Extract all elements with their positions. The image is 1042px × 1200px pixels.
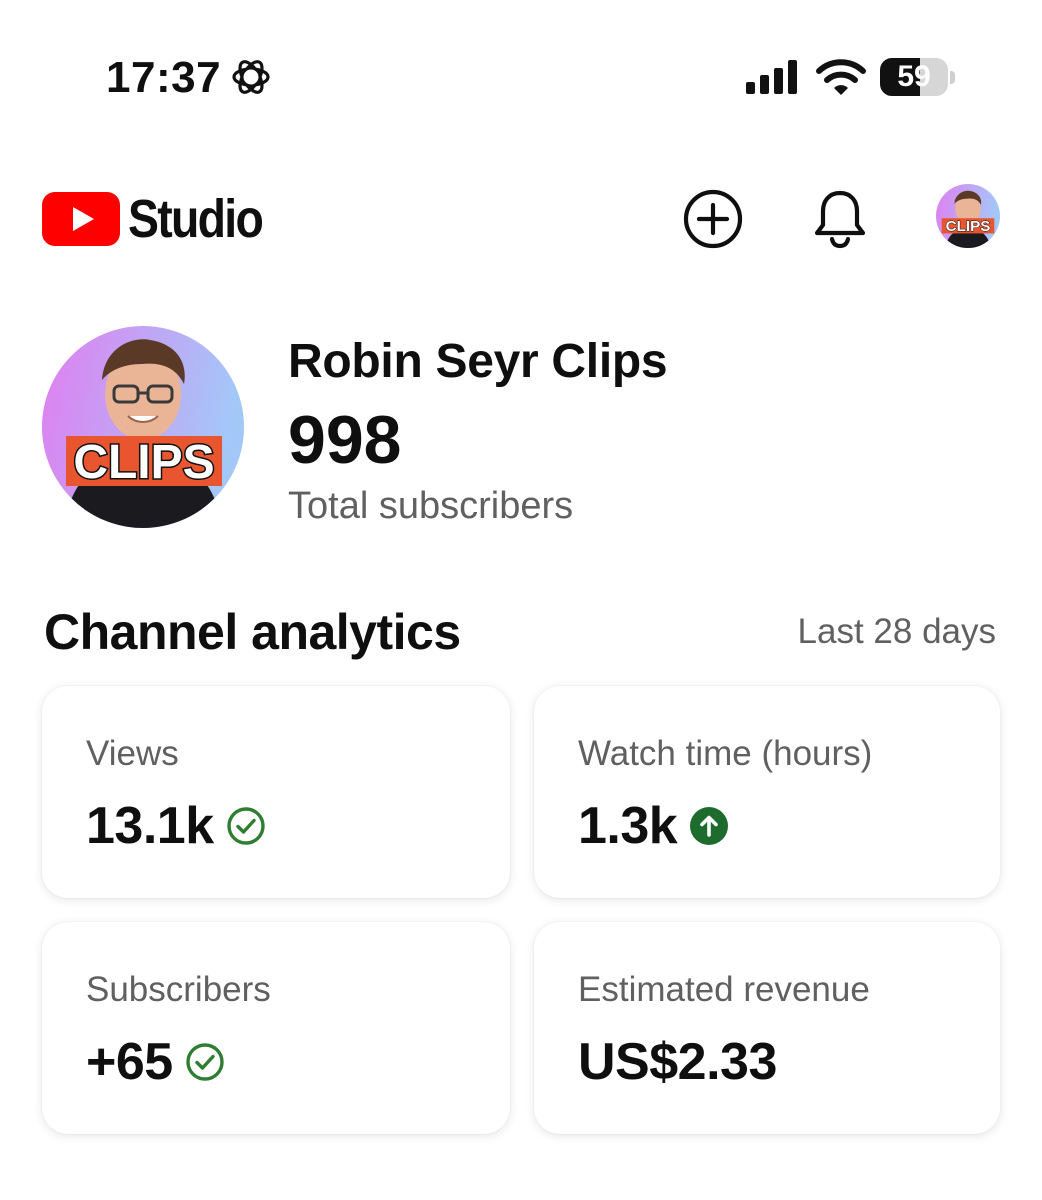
metric-label: Subscribers bbox=[86, 970, 271, 1009]
subscriber-caption: Total subscribers bbox=[288, 485, 574, 527]
notifications-button[interactable] bbox=[805, 184, 875, 254]
watch-time-card[interactable]: Watch time (hours) 1.3k bbox=[534, 686, 1000, 898]
channel-avatar-image: CLIPS bbox=[42, 326, 244, 528]
arrow-up-circle-icon bbox=[690, 807, 729, 845]
subscriber-count: 998 bbox=[288, 402, 402, 478]
battery-percent: 59 bbox=[897, 60, 931, 93]
bell-icon bbox=[814, 190, 866, 249]
youtube-play-icon bbox=[42, 192, 120, 246]
app-header: Studio CLIPS bbox=[0, 150, 1042, 290]
check-circle-icon bbox=[226, 807, 265, 845]
youtube-studio-logo[interactable]: Studio bbox=[42, 188, 284, 250]
channel-avatar[interactable]: CLIPS bbox=[42, 326, 244, 528]
channel-name: Robin Seyr Clips bbox=[288, 335, 668, 388]
metric-value-row: US$2.33 bbox=[578, 1030, 777, 1094]
metric-value-row: 13.1k bbox=[86, 794, 266, 858]
metric-value-row: +65 bbox=[86, 1030, 225, 1094]
analytics-period[interactable]: Last 28 days bbox=[798, 610, 996, 654]
metric-label: Estimated revenue bbox=[578, 970, 870, 1009]
metric-value-row: 1.3k bbox=[578, 794, 729, 858]
metric-value: 13.1k bbox=[86, 797, 214, 855]
battery-icon: 59 bbox=[880, 58, 958, 98]
logo-text: Studio bbox=[128, 189, 264, 249]
account-avatar[interactable]: CLIPS bbox=[936, 184, 1000, 248]
status-bar: 17:37 59 bbox=[0, 0, 1042, 150]
subscribers-card[interactable]: Subscribers +65 bbox=[42, 922, 510, 1134]
status-time: 17:37 bbox=[106, 53, 222, 102]
views-card[interactable]: Views 13.1k bbox=[42, 686, 510, 898]
metric-value: 1.3k bbox=[578, 797, 678, 855]
wifi-icon bbox=[816, 59, 866, 95]
battery-cap bbox=[950, 71, 955, 84]
metric-label: Watch time (hours) bbox=[578, 734, 873, 773]
metric-value: +65 bbox=[86, 1033, 173, 1091]
estimated-revenue-card[interactable]: Estimated revenue US$2.33 bbox=[534, 922, 1000, 1134]
check-circle-icon bbox=[186, 1043, 224, 1081]
cellular-signal-icon bbox=[746, 60, 797, 94]
battery-body: 59 bbox=[880, 58, 948, 96]
focus-mode-icon bbox=[232, 60, 270, 94]
metric-value: US$2.33 bbox=[578, 1033, 777, 1091]
svg-text:CLIPS: CLIPS bbox=[946, 218, 991, 235]
account-avatar-image: CLIPS bbox=[936, 184, 1000, 248]
create-icon bbox=[683, 189, 743, 249]
analytics-cards: Views 13.1k Watch time (hours) 1.3k Subs… bbox=[42, 686, 1002, 1134]
metric-label: Views bbox=[86, 734, 179, 773]
avatar-badge-text: CLIPS bbox=[73, 436, 214, 489]
analytics-title: Channel analytics bbox=[44, 604, 461, 660]
create-button[interactable] bbox=[678, 184, 748, 254]
